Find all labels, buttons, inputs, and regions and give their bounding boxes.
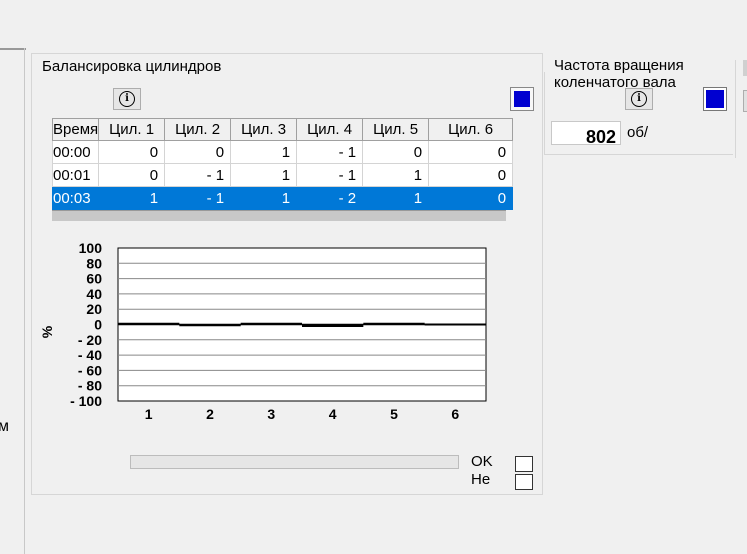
balance-info-button[interactable]: i [113, 88, 141, 110]
cell-cyl2: 0 [164, 140, 232, 164]
rpm-info-button[interactable]: i [625, 88, 653, 110]
table-row[interactable]: 00:00 0 0 1 - 1 0 0 [51, 140, 514, 164]
chart-y-tick-label: 60 [86, 271, 102, 287]
balance-indicator [510, 87, 534, 111]
cell-cyl3: 1 [230, 186, 298, 210]
chart-y-tick-label: 20 [86, 301, 102, 317]
col-header-cyl4[interactable]: Цил. 4 [296, 118, 364, 141]
col-header-cyl2[interactable]: Цил. 2 [164, 118, 232, 141]
right-group-title-fragment [743, 60, 747, 76]
cell-cyl2: - 1 [164, 163, 232, 187]
rpm-indicator [703, 87, 727, 111]
left-panel-cut-text: м [0, 418, 9, 435]
right-group-edge [735, 60, 736, 158]
left-panel-border [24, 48, 25, 554]
col-header-cyl6[interactable]: Цил. 6 [428, 118, 514, 141]
chart-y-tick-label: - 100 [70, 393, 102, 409]
cell-cyl4: - 2 [296, 186, 364, 210]
cell-cyl5: 1 [362, 186, 430, 210]
rpm-unit: об/ [627, 124, 649, 141]
col-header-cyl3[interactable]: Цил. 3 [230, 118, 298, 141]
cell-cyl1: 1 [98, 186, 166, 210]
progress-bar [130, 455, 459, 469]
left-panel: м [0, 0, 26, 554]
table-header-row: Время Цил. 1 Цил. 2 Цил. 3 Цил. 4 Цил. 5… [51, 118, 514, 141]
cell-cyl4: - 1 [296, 140, 364, 164]
chart-y-tick-label: - 60 [78, 362, 102, 378]
cell-cyl3: 1 [230, 163, 298, 187]
cell-cyl2: - 1 [164, 186, 232, 210]
chart-y-tick-label: 80 [86, 255, 102, 271]
col-header-time[interactable]: Время [51, 118, 100, 141]
balance-title: Балансировка цилиндров [42, 58, 222, 75]
cell-cyl1: 0 [98, 140, 166, 164]
cell-cyl5: 1 [362, 163, 430, 187]
chart-y-tick-label: 100 [79, 240, 103, 256]
col-header-cyl1[interactable]: Цил. 1 [98, 118, 166, 141]
rpm-value-field: 802 [551, 121, 621, 145]
chart-x-tick-label: 3 [267, 406, 275, 422]
table-horizontal-scrollbar[interactable] [52, 210, 506, 221]
rpm-title-line2: коленчатого вала [554, 78, 676, 88]
not-label: Не [471, 471, 491, 488]
rpm-title-clip: коленчатого вала [554, 78, 734, 88]
chart-y-tick-label: - 80 [78, 378, 102, 394]
chart-x-tick-label: 5 [390, 406, 398, 422]
info-icon: i [631, 91, 647, 107]
cell-cyl5: 0 [362, 140, 430, 164]
chart-y-tick-label: 0 [94, 317, 102, 333]
cell-cyl4: - 1 [296, 163, 364, 187]
ok-label: OK [471, 453, 493, 470]
table-row[interactable]: 00:01 0 - 1 1 - 1 1 0 [51, 163, 514, 187]
chart-y-tick-label: - 40 [78, 347, 102, 363]
cell-cyl6: 0 [428, 186, 514, 210]
cell-cyl6: 0 [428, 163, 514, 187]
chart-x-tick-label: 4 [329, 406, 337, 422]
chart-y-axis-label: % [39, 325, 55, 338]
cell-time: 00:03 [51, 186, 100, 210]
col-header-cyl5[interactable]: Цил. 5 [362, 118, 430, 141]
chart-x-tick-label: 1 [145, 406, 153, 422]
rpm-title-line1: Частота вращения [554, 57, 684, 74]
table-row-selected[interactable]: 00:03 1 - 1 1 - 2 1 0 [51, 186, 514, 210]
info-icon: i [119, 91, 135, 107]
chart-y-tick-label: 40 [86, 286, 102, 302]
cell-time: 00:01 [51, 163, 100, 187]
chart-x-tick-label: 6 [451, 406, 459, 422]
cell-cyl1: 0 [98, 163, 166, 187]
left-panel-divider [0, 48, 26, 50]
chart-y-tick-label: - 20 [78, 332, 102, 348]
right-group-button-fragment[interactable] [743, 90, 747, 112]
not-checkbox[interactable] [515, 474, 533, 490]
cell-time: 00:00 [51, 140, 100, 164]
chart-x-tick-label: 2 [206, 406, 214, 422]
balance-chart: 100806040200- 20- 40- 60- 80- 100% 1 2 3 4 5 6 [39, 240, 487, 422]
balance-table[interactable]: Время Цил. 1 Цил. 2 Цил. 3 Цил. 4 Цил. 5… [51, 118, 514, 210]
ok-checkbox[interactable] [515, 456, 533, 472]
cell-cyl6: 0 [428, 140, 514, 164]
cell-cyl3: 1 [230, 140, 298, 164]
